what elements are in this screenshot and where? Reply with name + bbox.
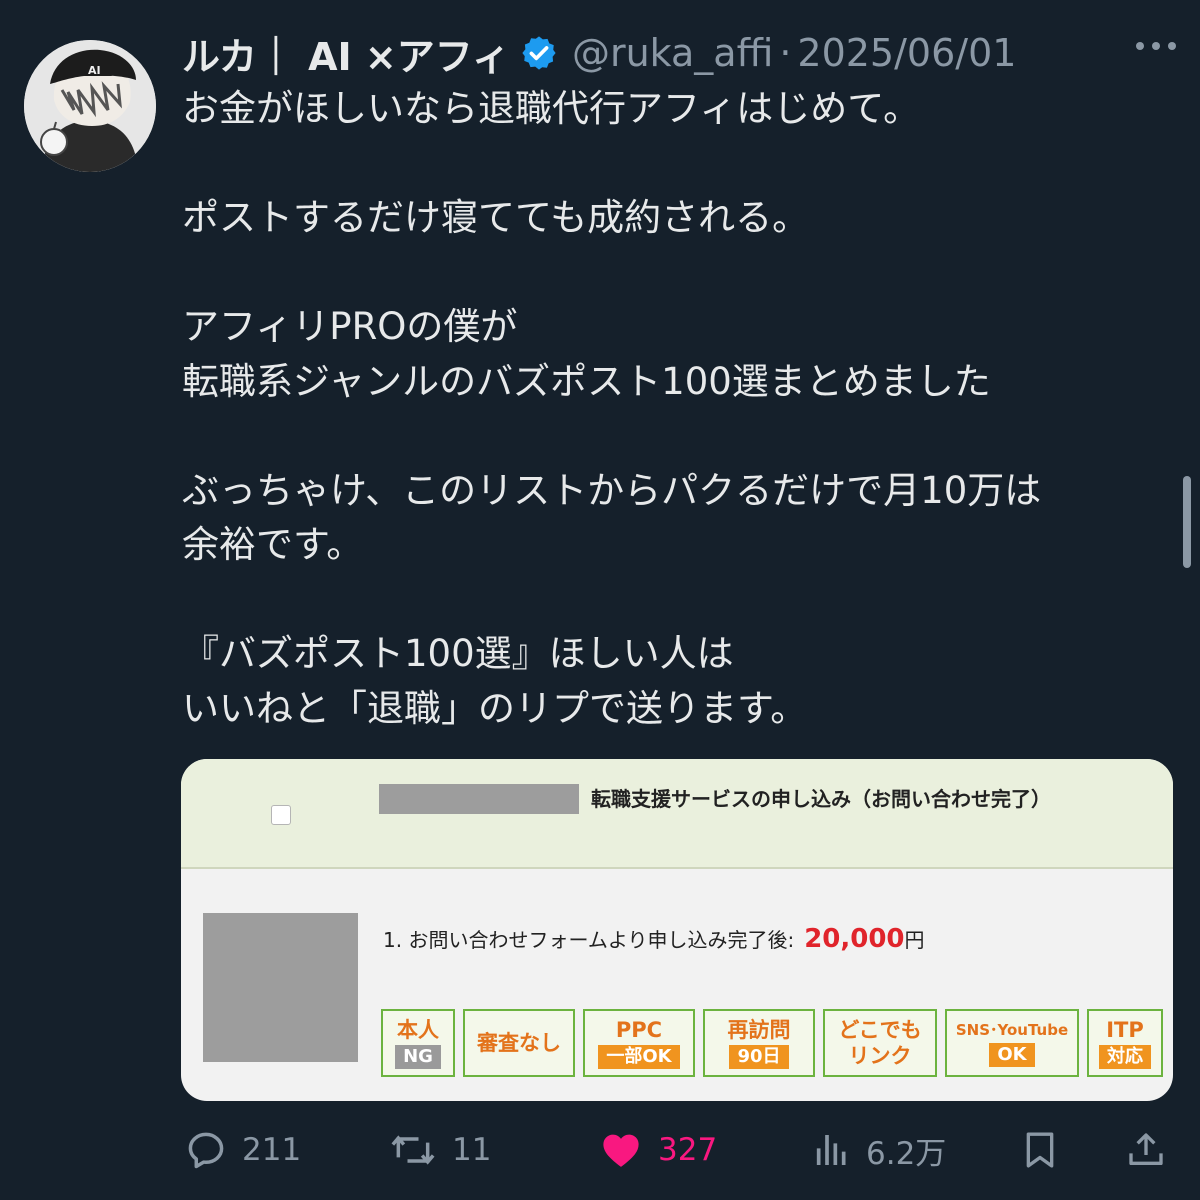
reply-count: 211 — [242, 1132, 302, 1168]
badge-itp: ITP 対応 — [1087, 1009, 1163, 1077]
badge-sns-youtube: SNS･YouTube OK — [945, 1009, 1079, 1077]
badge-top: ITP — [1106, 1018, 1144, 1042]
badge-honnin: 本人 NG — [381, 1009, 455, 1077]
like-button[interactable]: 327 — [598, 1122, 717, 1178]
badge-top: どこでも — [838, 1018, 922, 1042]
repost-icon — [391, 1135, 435, 1165]
reply-icon — [188, 1132, 224, 1169]
badge-top: 再訪問 — [727, 1018, 791, 1042]
avatar-cap-text: AI — [88, 64, 101, 77]
post-image[interactable]: 転職支援サービスの申し込み（お問い合わせ完了） 1. お問い合わせフォームより申… — [181, 759, 1173, 1101]
badge-bottom: 対応 — [1099, 1045, 1151, 1069]
reward-currency: 円 — [904, 928, 925, 952]
verified-badge-icon — [522, 36, 556, 70]
share-button[interactable] — [1126, 1122, 1166, 1178]
post-date[interactable]: 2025/06/01 — [797, 31, 1016, 75]
action-bar: 211 11 327 6.2万 — [180, 1122, 1180, 1178]
views-button[interactable]: 6.2万 — [812, 1122, 946, 1178]
repost-count: 11 — [452, 1132, 492, 1168]
reply-button[interactable]: 211 — [184, 1122, 301, 1178]
card-reward-line: 1. お問い合わせフォームより申し込み完了後: 20,000円 — [383, 924, 925, 954]
repost-button[interactable]: 11 — [388, 1122, 491, 1178]
badge-revisit: 再訪問 90日 — [703, 1009, 815, 1077]
post-text: お金がほしいなら退職代行アフィはじめて。 ポストするだけ寝てても成約される。 ア… — [182, 87, 1042, 730]
bookmark-button[interactable] — [1020, 1122, 1060, 1178]
post-header: ルカ｜ AI ×アフィ @ruka_affi · 2025/06/01 — [182, 26, 1180, 80]
author-handle[interactable]: @ruka_affi — [572, 31, 773, 75]
reward-label: 1. お問い合わせフォームより申し込み完了後: — [383, 928, 795, 952]
badge-bottom: 一部OK — [598, 1045, 680, 1069]
badge-top: SNS･YouTube — [955, 1021, 1069, 1039]
view-count: 6.2万 — [866, 1135, 947, 1172]
badge-ppc: PPC 一部OK — [583, 1009, 695, 1077]
more-options-icon[interactable] — [1134, 34, 1178, 58]
badge-anywhere-link: どこでも リンク — [823, 1009, 937, 1077]
avatar-illustration: AI — [24, 40, 156, 172]
badge-label: 審査なし — [477, 1031, 561, 1055]
badge-top2: リンク — [848, 1044, 912, 1068]
badge-top: PPC — [615, 1018, 663, 1042]
card-title: 転職支援サービスの申し込み（お問い合わせ完了） — [381, 783, 1081, 815]
badge-bottom: NG — [395, 1045, 441, 1069]
bookmark-icon — [1026, 1132, 1054, 1168]
share-icon — [1129, 1133, 1163, 1165]
heart-icon — [603, 1134, 639, 1167]
scrollbar[interactable] — [1183, 476, 1191, 568]
views-icon — [816, 1135, 846, 1165]
redacted-thumbnail — [203, 913, 358, 1062]
card-header: 転職支援サービスの申し込み（お問い合わせ完了） — [181, 759, 1173, 869]
badge-no-review: 審査なし — [463, 1009, 575, 1077]
reward-amount: 20,000 — [804, 924, 905, 954]
like-count: 327 — [658, 1132, 718, 1168]
card-title-text: 転職支援サービスの申し込み（お問い合わせ完了） — [591, 787, 1051, 811]
badge-bottom: 90日 — [729, 1045, 789, 1069]
badge-row: 本人 NG 審査なし PPC 一部OK 再訪問 90日 どこでも リンク SNS… — [381, 1009, 1171, 1077]
avatar[interactable]: AI — [24, 40, 156, 172]
badge-bottom: OK — [989, 1043, 1035, 1067]
card-checkbox — [271, 805, 291, 825]
author-name[interactable]: ルカ｜ AI ×アフィ — [182, 26, 510, 81]
badge-top: 本人 — [397, 1018, 439, 1042]
header-separator: · — [779, 31, 792, 75]
